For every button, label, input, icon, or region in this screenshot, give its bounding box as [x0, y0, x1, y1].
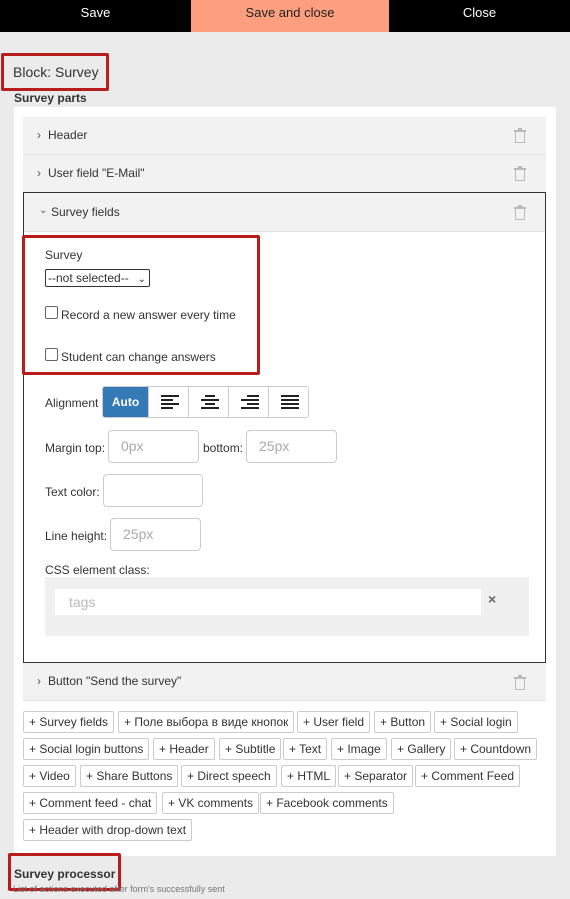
accordion-header[interactable]: › Header	[23, 117, 546, 155]
chevron-down-icon: ⌄	[137, 274, 146, 285]
alignment-button-group: Auto	[102, 386, 309, 418]
student-change-checkbox[interactable]	[45, 348, 58, 361]
align-justify-icon	[281, 395, 299, 409]
chevron-right-icon: ›	[37, 674, 41, 688]
accordion-survey-fields-label: Survey fields	[51, 205, 120, 219]
add-separator-button[interactable]: + Separator	[338, 765, 414, 787]
add-gallery-button[interactable]: + Gallery	[391, 738, 452, 760]
text-color-label: Text color:	[45, 485, 100, 499]
top-toolbar: Save Save and close Close	[0, 0, 570, 32]
trash-icon[interactable]	[514, 205, 526, 220]
close-button[interactable]: Close	[389, 0, 570, 32]
add-subtitle-button[interactable]: + Subtitle	[219, 738, 282, 760]
add-button-choice-field-button[interactable]: + Поле выбора в виде кнопок	[118, 711, 295, 733]
css-class-tags-container: tags ×	[45, 577, 529, 636]
clear-icon[interactable]: ×	[488, 591, 496, 607]
add-comment-feed-button[interactable]: + Comment Feed	[415, 765, 521, 787]
add-html-button[interactable]: + HTML	[281, 765, 337, 787]
align-justify-button[interactable]	[268, 387, 308, 417]
save-and-close-button[interactable]: Save and close	[191, 0, 389, 32]
record-new-answer-label: Record a new answer every time	[61, 308, 236, 322]
text-color-input[interactable]	[103, 474, 203, 507]
alignment-label: Alignment	[45, 396, 99, 410]
survey-select-value: --not selected--	[48, 271, 129, 285]
chevron-right-icon: ›	[37, 166, 41, 180]
survey-label: Survey	[45, 248, 83, 262]
margin-bottom-input[interactable]: 25px	[246, 430, 337, 463]
margin-top-label: Margin top:	[45, 441, 106, 455]
add-image-button[interactable]: + Image	[331, 738, 387, 760]
save-button[interactable]: Save	[0, 0, 191, 32]
trash-icon[interactable]	[514, 675, 526, 690]
add-header-dropdown-button[interactable]: + Header with drop-down text	[23, 819, 193, 841]
add-video-button[interactable]: + Video	[23, 765, 76, 787]
add-facebook-comments-button[interactable]: + Facebook comments	[260, 792, 394, 814]
accordion-user-field[interactable]: › User field "E-Mail"	[23, 155, 546, 193]
survey-processor-title: Survey processor	[14, 867, 116, 881]
trash-icon[interactable]	[514, 128, 526, 143]
add-survey-fields-button[interactable]: + Survey fields	[23, 711, 115, 733]
chevron-right-icon: ›	[37, 128, 41, 142]
line-height-input[interactable]: 25px	[110, 518, 201, 551]
align-left-button[interactable]	[148, 387, 188, 417]
add-social-login-buttons-button[interactable]: + Social login buttons	[23, 738, 150, 760]
add-vk-comments-button[interactable]: + VK comments	[162, 792, 260, 814]
align-center-icon	[201, 395, 219, 409]
record-new-answer-checkbox[interactable]	[45, 306, 58, 319]
student-change-label: Student can change answers	[61, 350, 216, 364]
survey-processor-note: List of actions executed after form's su…	[13, 884, 225, 894]
line-height-label: Line height:	[45, 529, 108, 543]
add-social-login-button[interactable]: + Social login	[434, 711, 518, 733]
add-share-buttons-button[interactable]: + Share Buttons	[80, 765, 179, 787]
tags-input[interactable]: tags	[55, 589, 481, 615]
add-button-button[interactable]: + Button	[374, 711, 432, 733]
align-auto-button[interactable]: Auto	[103, 387, 148, 417]
accordion-user-field-label: User field "E-Mail"	[48, 166, 145, 180]
accordion-send-button-label: Button "Send the survey"	[48, 674, 182, 688]
add-countdown-button[interactable]: + Countdown	[454, 738, 538, 760]
add-header-button[interactable]: + Header	[153, 738, 215, 760]
margin-bottom-label: bottom:	[203, 441, 244, 455]
add-direct-speech-button[interactable]: + Direct speech	[181, 765, 277, 787]
add-text-button[interactable]: + Text	[283, 738, 328, 760]
accordion-survey-fields-header[interactable]: ⌄ Survey fields	[24, 193, 545, 232]
css-class-label: CSS element class:	[45, 563, 150, 577]
chevron-down-icon: ⌄	[39, 205, 48, 216]
block-title: Block: Survey	[1, 53, 109, 91]
survey-select[interactable]: --not selected-- ⌄	[45, 269, 150, 287]
margin-top-input[interactable]: 0px	[108, 430, 199, 463]
add-user-field-button[interactable]: + User field	[297, 711, 371, 733]
align-right-icon	[241, 395, 259, 409]
add-comment-feed-chat-button[interactable]: + Comment feed - chat	[23, 792, 158, 814]
align-right-button[interactable]	[228, 387, 268, 417]
survey-parts-title: Survey parts	[14, 91, 87, 105]
accordion-header-label: Header	[48, 128, 88, 142]
accordion-send-button[interactable]: › Button "Send the survey"	[23, 663, 546, 701]
align-center-button[interactable]	[188, 387, 228, 417]
align-left-icon	[161, 395, 179, 409]
trash-icon[interactable]	[514, 166, 526, 181]
